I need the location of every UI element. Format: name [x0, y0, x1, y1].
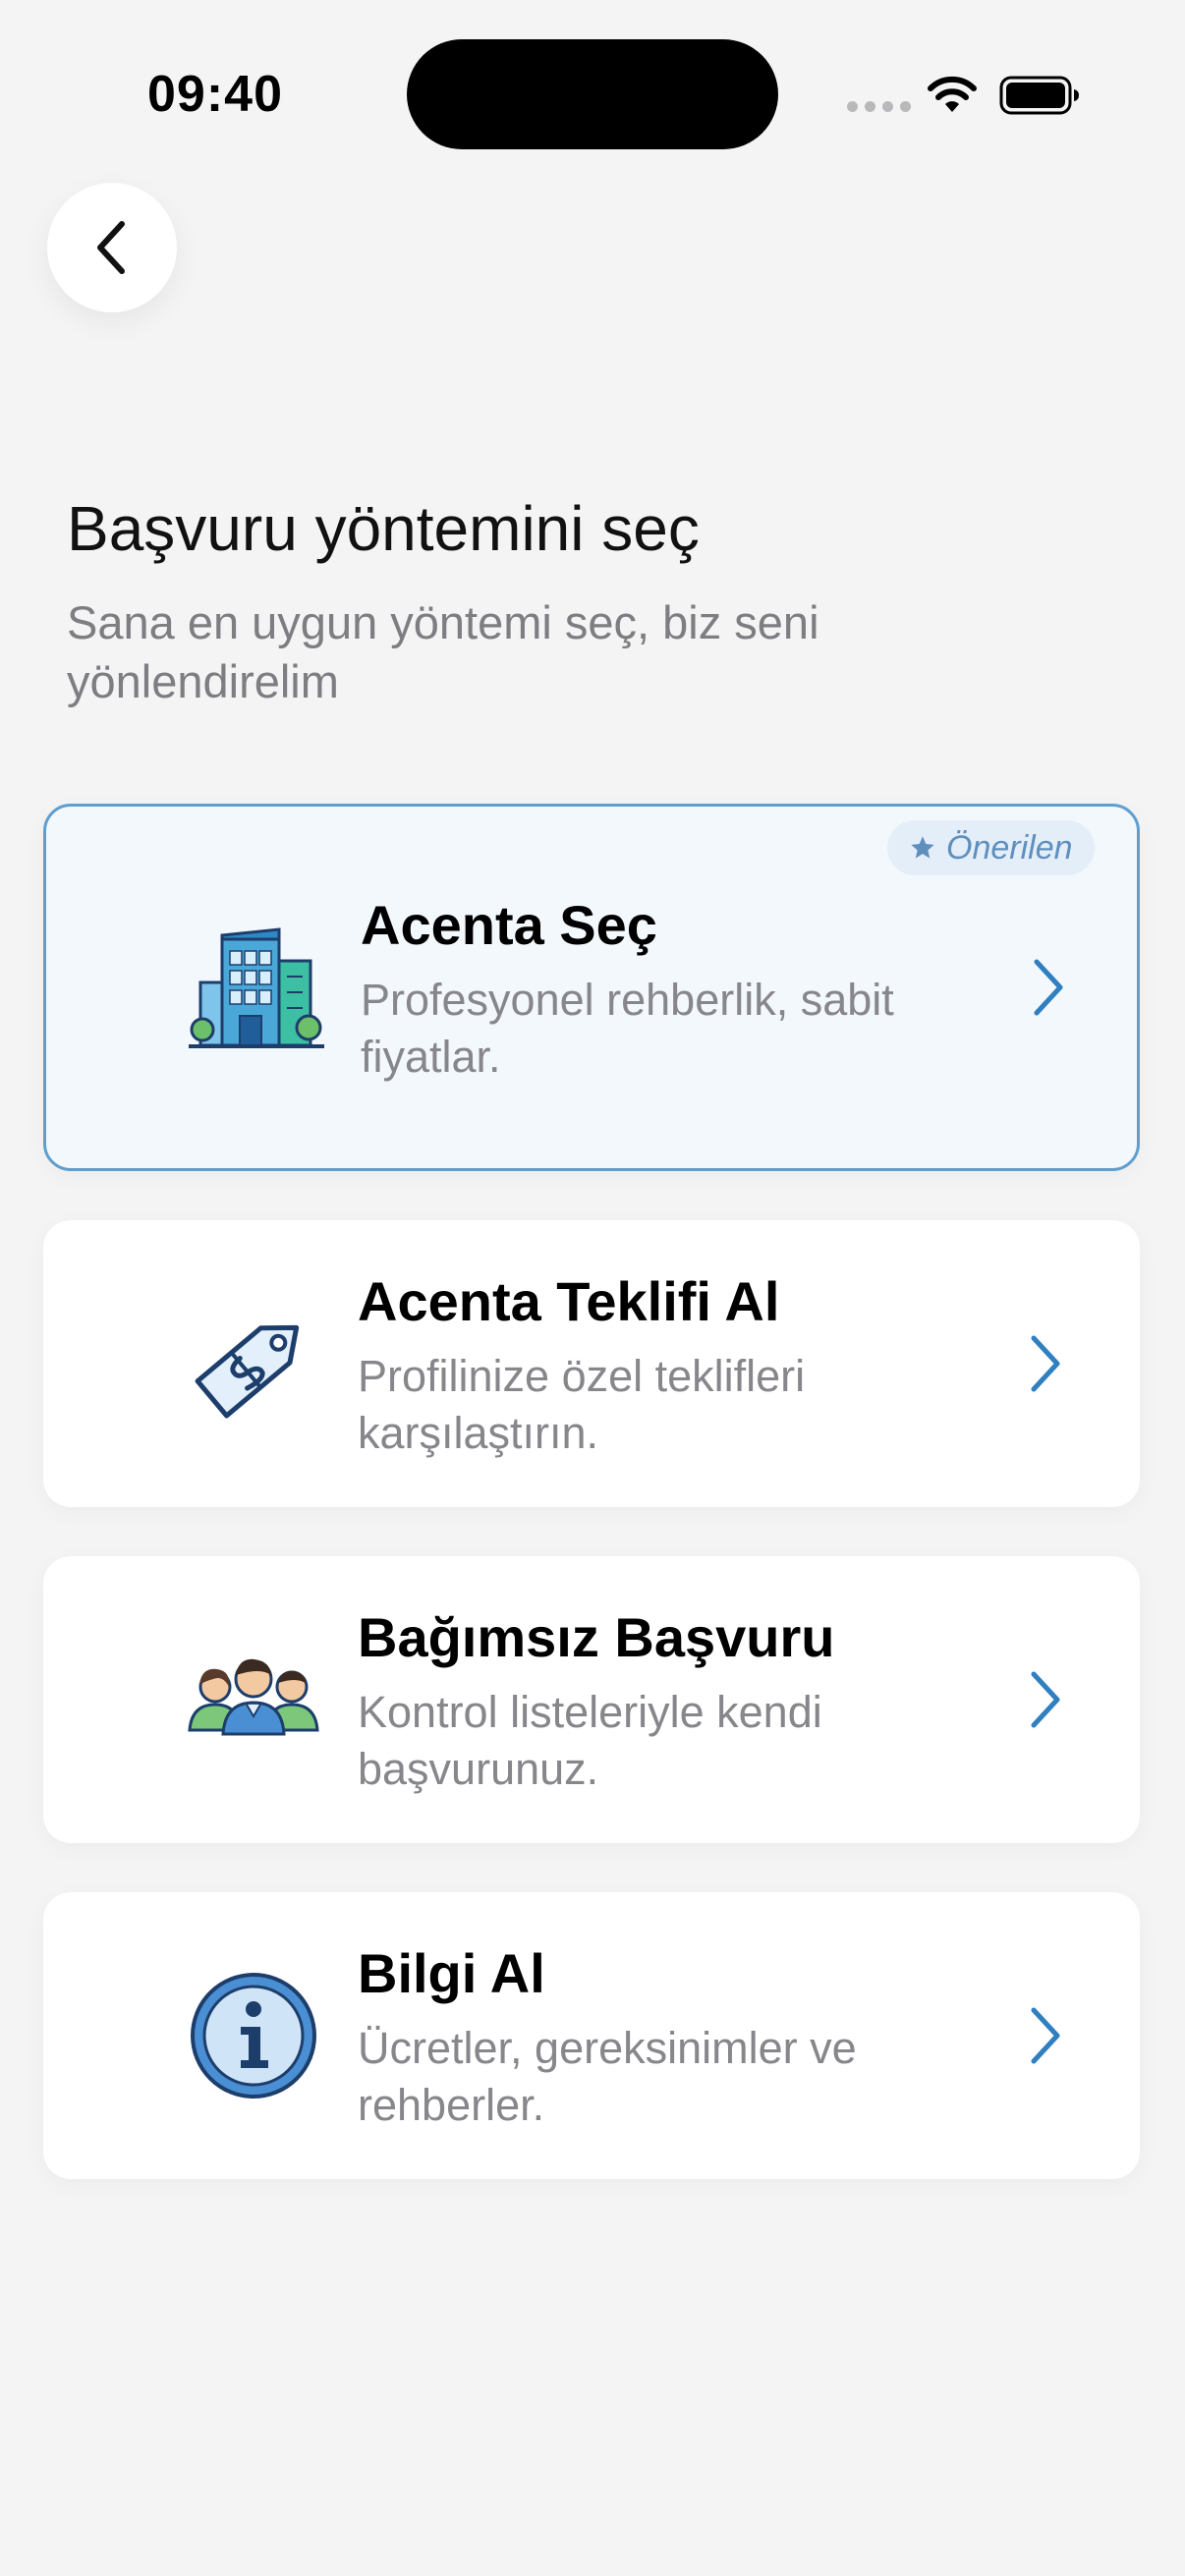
- status-bar: 09:40: [0, 0, 1185, 187]
- badge-label: Önerilen: [946, 828, 1073, 867]
- chevron-right-icon: [1034, 959, 1063, 1016]
- cellular-signal-icon: [847, 101, 911, 112]
- option-description: Kontrol listeleriyle kendi başvurunuz.: [358, 1687, 822, 1794]
- option-card-bagimsiz-basvuru[interactable]: Bağımsız Başvuru Kontrol listeleriyle ke…: [43, 1556, 1140, 1843]
- recommended-badge: Önerilen: [887, 820, 1095, 875]
- page-subtitle: Sana en uygun yöntemi seç, biz seni yönl…: [67, 596, 819, 707]
- price-tag-icon: [141, 1252, 366, 1476]
- option-title: Bağımsız Başvuru: [358, 1606, 835, 1668]
- option-title: Bilgi Al: [358, 1942, 545, 2004]
- option-description: Profilinize özel teklifleri karşılaştırı…: [358, 1351, 806, 1458]
- option-description: Ücretler, gereksinimler ve rehberler.: [358, 2023, 857, 2130]
- option-card-acenta-sec[interactable]: Önerilen Acenta Seç Profesyonel rehberli…: [43, 804, 1140, 1171]
- back-button[interactable]: [47, 183, 177, 312]
- chevron-right-icon: [1031, 2007, 1060, 2064]
- wifi-icon: [928, 76, 977, 112]
- status-time: 09:40: [147, 66, 283, 123]
- option-title: Acenta Teklifi Al: [358, 1270, 780, 1332]
- dynamic-island: [407, 39, 778, 149]
- option-title: Acenta Seç: [361, 894, 657, 956]
- group-people-icon: [141, 1588, 366, 1812]
- page-title: Başvuru yöntemini seç: [67, 493, 700, 564]
- star-icon: [911, 836, 934, 859]
- info-icon: [141, 1924, 366, 2148]
- option-card-bilgi-al[interactable]: Bilgi Al Ücretler, gereksinimler ve rehb…: [43, 1892, 1140, 2179]
- battery-icon: [999, 76, 1079, 115]
- option-description: Profesyonel rehberlik, sabit fiyatlar.: [361, 975, 894, 1082]
- office-building-icon: [144, 881, 368, 1105]
- chevron-right-icon: [1031, 1335, 1060, 1392]
- option-card-acenta-teklifi-al[interactable]: Acenta Teklifi Al Profilinize özel tekli…: [43, 1220, 1140, 1507]
- chevron-right-icon: [1031, 1671, 1060, 1728]
- chevron-left-icon: [97, 221, 125, 274]
